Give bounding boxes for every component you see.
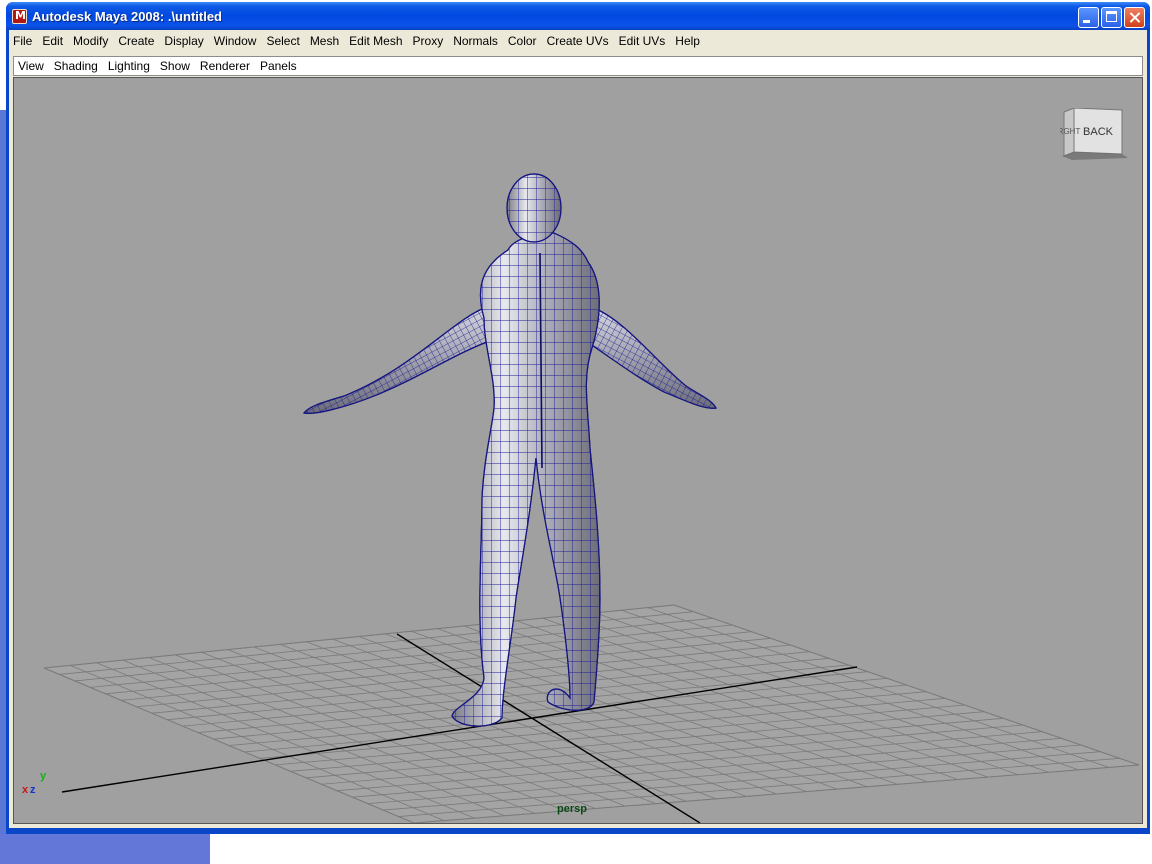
menu-file[interactable]: File — [9, 34, 37, 48]
menu-help[interactable]: Help — [670, 34, 705, 48]
title-bar[interactable]: Autodesk Maya 2008: .\untitled — [6, 2, 1150, 30]
menu-display[interactable]: Display — [159, 34, 208, 48]
viewport-scene — [43, 173, 1140, 823]
menu-create-uvs[interactable]: Create UVs — [542, 34, 614, 48]
panel-menu-panels[interactable]: Panels — [255, 59, 302, 73]
panel-menu-show[interactable]: Show — [155, 59, 195, 73]
menu-modify[interactable]: Modify — [68, 34, 113, 48]
main-menubar: File Edit Modify Create Display Window S… — [9, 30, 1147, 52]
panel-menu-renderer[interactable]: Renderer — [195, 59, 255, 73]
perspective-viewport[interactable]: RGHT BACK y x z persp — [13, 77, 1143, 824]
menu-edit-mesh[interactable]: Edit Mesh — [344, 34, 407, 48]
panel-menu-view[interactable]: View — [14, 59, 49, 73]
menu-create[interactable]: Create — [113, 34, 159, 48]
menu-mesh[interactable]: Mesh — [305, 34, 344, 48]
camera-name-label: persp — [557, 803, 587, 815]
view-cube[interactable]: RGHT BACK — [1060, 108, 1130, 164]
taskbar-window-button[interactable] — [0, 834, 210, 864]
viewport-panel: View Shading Lighting Show Renderer Pane… — [9, 52, 1147, 828]
maya-app-icon[interactable] — [12, 9, 27, 24]
axis-y-label: y — [40, 770, 47, 782]
axis-z-label: z — [30, 784, 36, 796]
maya-window: Autodesk Maya 2008: .\untitled File Edit… — [6, 2, 1150, 834]
maximize-icon[interactable] — [1101, 7, 1122, 28]
view-cube-left-face: RGHT — [1060, 127, 1080, 136]
menu-edit[interactable]: Edit — [37, 34, 68, 48]
menu-proxy[interactable]: Proxy — [408, 34, 449, 48]
menu-select[interactable]: Select — [261, 34, 304, 48]
desktop: Autodesk Maya 2008: .\untitled File Edit… — [0, 0, 1152, 864]
axis-x-label: x — [22, 784, 29, 796]
panel-menubar: View Shading Lighting Show Renderer Pane… — [13, 56, 1143, 76]
panel-menu-lighting[interactable]: Lighting — [103, 59, 155, 73]
panel-menu-shading[interactable]: Shading — [49, 59, 103, 73]
view-cube-front-face: BACK — [1083, 126, 1114, 138]
axis-indicator: y x z — [20, 770, 54, 804]
menu-normals[interactable]: Normals — [448, 34, 503, 48]
window-title: Autodesk Maya 2008: .\untitled — [32, 9, 222, 24]
close-icon[interactable] — [1124, 7, 1145, 28]
minimize-icon[interactable] — [1078, 7, 1099, 28]
menu-color[interactable]: Color — [503, 34, 542, 48]
menu-edit-uvs[interactable]: Edit UVs — [614, 34, 671, 48]
menu-window[interactable]: Window — [209, 34, 262, 48]
